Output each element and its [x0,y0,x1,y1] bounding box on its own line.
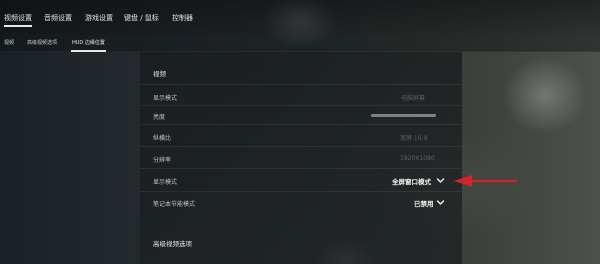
tab-video-settings[interactable]: 视频设置 [4,13,32,27]
section-title-advanced-video: 高级视频选项 [153,240,192,248]
laptop-power-saving-label: 笔记本节能模式 [153,201,196,208]
laptop-power-saving-dropdown-value[interactable]: 已禁用 [414,198,434,208]
display-mode-top-value: 电脑屏幕 [401,95,426,102]
display-mode-top-label: 显示模式 [153,95,178,102]
chevron-down-icon[interactable] [436,199,445,206]
subtab-advanced-video[interactable]: 高级视频选项 [27,39,57,46]
subtab-video[interactable]: 视频 [4,39,14,46]
display-mode-label: 显示模式 [153,179,178,186]
row-divider [140,146,462,147]
red-arrow-annotation [454,175,518,187]
subtab-hud-edge-position[interactable]: HUD 边缘位置 [71,39,106,52]
resolution-label: 分辨率 [153,157,172,164]
tab-game-settings[interactable]: 游戏设置 [85,13,113,23]
tab-keyboard-mouse[interactable]: 键盘 / 鼠标 [124,13,159,23]
aspect-ratio-label: 纵横比 [153,135,172,142]
brightness-slider[interactable] [371,114,436,117]
tab-controller[interactable]: 控制器 [172,13,193,23]
top-nav-bar: 视频设置 音频设置 游戏设置 键盘 / 鼠标 控制器 [0,0,600,34]
sub-nav-bar: 视频 高级视频选项 HUD 边缘位置 [0,34,600,52]
brightness-label: 亮度 [153,114,166,121]
row-divider [140,84,462,85]
row-divider [140,191,462,192]
row-divider [140,124,462,125]
row-divider [140,105,462,106]
tab-audio-settings[interactable]: 音频设置 [44,13,72,23]
aspect-ratio-value: 宽屏 16:9 [400,135,428,142]
row-divider [140,168,462,169]
section-title-video: 视频 [153,70,166,78]
brightness-slider-fill [371,114,436,117]
display-mode-dropdown-value[interactable]: 全屏窗口模式 [392,176,431,186]
resolution-value: 1920X1080 [400,155,435,162]
chevron-down-icon[interactable] [436,177,445,184]
